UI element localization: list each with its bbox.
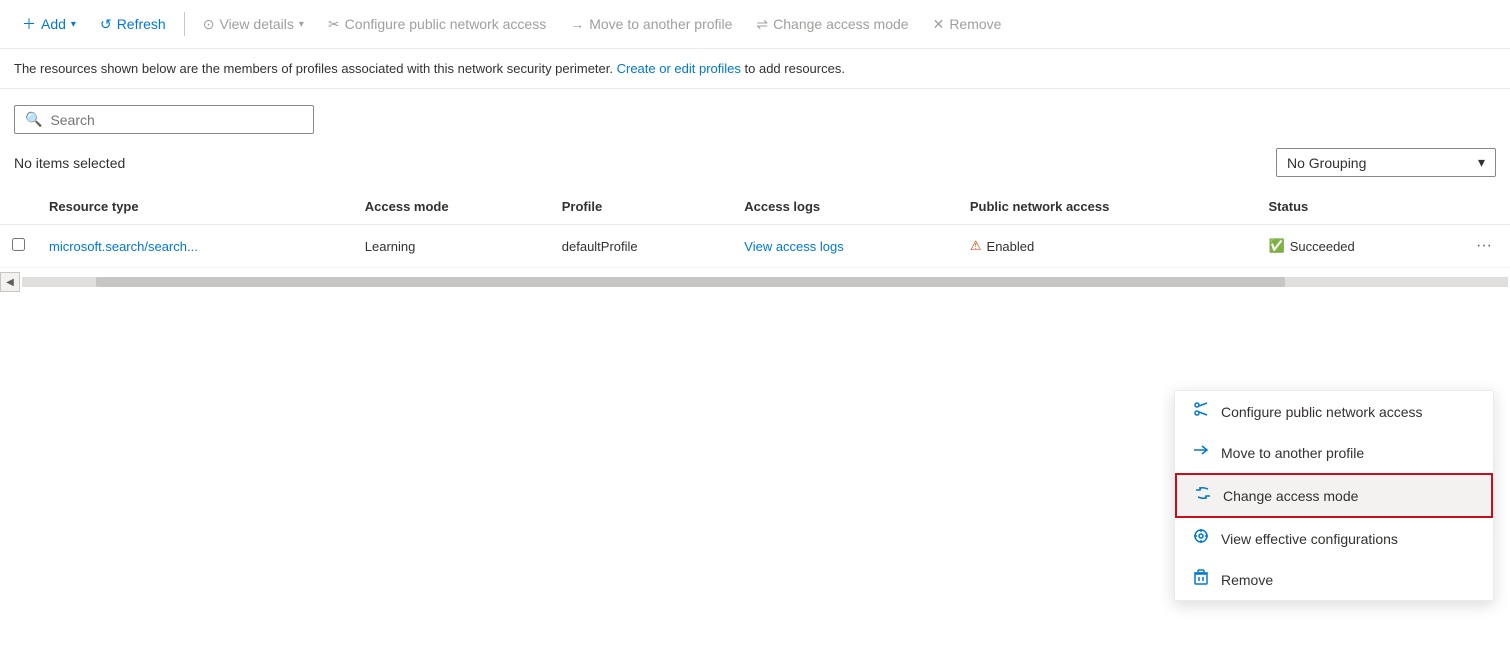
info-bar-link[interactable]: Create or edit profiles xyxy=(617,61,741,76)
context-menu: Configure public network access Move to … xyxy=(1174,390,1494,601)
add-label: Add xyxy=(41,16,66,32)
toolbar: ＋ Add ▾ ↺ Refresh ⊙ View details ▾ ✂ Con… xyxy=(0,0,1510,49)
col-public-network-access: Public network access xyxy=(958,189,1257,225)
change-access-button[interactable]: ⇌ Change access mode xyxy=(746,10,918,39)
row-status: ✅ Succeeded xyxy=(1257,225,1459,268)
table-container: Resource type Access mode Profile Access… xyxy=(0,189,1510,296)
remove-label: Remove xyxy=(949,16,1001,32)
resources-table: Resource type Access mode Profile Access… xyxy=(0,189,1510,268)
configure-public-label: Configure public network access xyxy=(1221,404,1423,420)
change-access-label: Change access mode xyxy=(773,16,908,32)
col-status: Status xyxy=(1257,189,1459,225)
row-profile: defaultProfile xyxy=(550,225,733,268)
table-row: microsoft.search/search... Learning defa… xyxy=(0,225,1510,268)
search-area: 🔍 xyxy=(0,89,1510,142)
no-items-label: No items selected xyxy=(14,155,125,171)
grouping-chevron-icon: ▾ xyxy=(1478,154,1485,171)
row-checkbox xyxy=(0,225,37,268)
view-details-chevron-icon: ▾ xyxy=(299,19,304,30)
move-profile-label: Move to another profile xyxy=(1221,445,1364,461)
row-actions: ··· xyxy=(1458,225,1510,268)
row-checkbox-input[interactable] xyxy=(12,238,25,251)
row-access-logs: View access logs xyxy=(732,225,958,268)
change-access-mode-label: Change access mode xyxy=(1223,488,1358,504)
scroll-left-button[interactable]: ◀ xyxy=(0,272,20,292)
horizontal-scrollbar[interactable]: ◀ xyxy=(0,268,1510,296)
configure-icon: ✂ xyxy=(328,16,340,33)
status-row: No items selected No Grouping ▾ xyxy=(0,142,1510,189)
row-access-mode: Learning xyxy=(353,225,550,268)
change-access-mode-icon xyxy=(1193,485,1213,506)
scroll-track[interactable] xyxy=(22,277,1508,287)
view-details-icon: ⊙ xyxy=(203,16,215,33)
grouping-label: No Grouping xyxy=(1287,155,1366,171)
info-bar-text-after: to add resources. xyxy=(745,61,845,76)
col-checkbox xyxy=(0,189,37,225)
move-profile-icon xyxy=(1191,442,1211,463)
move-button[interactable]: → Move to another profile xyxy=(560,10,742,38)
search-icon: 🔍 xyxy=(25,111,42,128)
grouping-dropdown[interactable]: No Grouping ▾ xyxy=(1276,148,1496,177)
change-access-icon: ⇌ xyxy=(756,16,768,33)
configure-button[interactable]: ✂ Configure public network access xyxy=(318,10,556,39)
col-access-logs: Access logs xyxy=(732,189,958,225)
search-input[interactable] xyxy=(50,112,303,128)
scroll-thumb[interactable] xyxy=(96,277,1285,287)
info-bar-text: The resources shown below are the member… xyxy=(14,61,613,76)
toolbar-divider xyxy=(184,12,185,36)
remove-icon: ✕ xyxy=(933,16,945,33)
move-icon: → xyxy=(570,16,584,32)
info-bar: The resources shown below are the member… xyxy=(0,49,1510,89)
col-profile: Profile xyxy=(550,189,733,225)
add-button[interactable]: ＋ Add ▾ xyxy=(12,8,86,40)
configure-public-icon xyxy=(1191,401,1211,422)
add-chevron-icon: ▾ xyxy=(71,19,76,30)
col-resource-type: Resource type xyxy=(37,189,353,225)
move-label: Move to another profile xyxy=(589,16,732,32)
view-details-label: View details xyxy=(219,16,293,32)
refresh-label: Refresh xyxy=(117,16,166,32)
row-public-network-access: ⚠ Enabled xyxy=(958,225,1257,268)
col-actions xyxy=(1458,189,1510,225)
row-more-button[interactable]: ··· xyxy=(1470,235,1498,257)
profile-value: defaultProfile xyxy=(562,239,638,254)
public-network-value: Enabled xyxy=(987,239,1035,254)
remove-button[interactable]: ✕ Remove xyxy=(923,10,1012,39)
access-mode-value: Learning xyxy=(365,239,416,254)
remove-context-icon xyxy=(1191,569,1211,590)
configure-label: Configure public network access xyxy=(345,16,547,32)
view-effective-icon xyxy=(1191,528,1211,549)
context-menu-view-effective[interactable]: View effective configurations xyxy=(1175,518,1493,559)
row-resource-type: microsoft.search/search... xyxy=(37,225,353,268)
context-menu-remove[interactable]: Remove xyxy=(1175,559,1493,600)
search-box: 🔍 xyxy=(14,105,314,134)
context-menu-change-access[interactable]: Change access mode xyxy=(1175,473,1493,518)
view-effective-label: View effective configurations xyxy=(1221,531,1398,547)
status-value: Succeeded xyxy=(1290,239,1355,254)
context-menu-configure[interactable]: Configure public network access xyxy=(1175,391,1493,432)
context-menu-move[interactable]: Move to another profile xyxy=(1175,432,1493,473)
refresh-icon: ↺ xyxy=(100,16,112,33)
warning-icon: ⚠ xyxy=(970,238,982,254)
add-icon: ＋ xyxy=(22,14,36,34)
remove-context-label: Remove xyxy=(1221,572,1273,588)
status-success-icon: ✅ xyxy=(1269,238,1285,254)
col-access-mode: Access mode xyxy=(353,189,550,225)
access-logs-link[interactable]: View access logs xyxy=(744,239,843,254)
refresh-button[interactable]: ↺ Refresh xyxy=(90,10,176,39)
table-header-row: Resource type Access mode Profile Access… xyxy=(0,189,1510,225)
view-details-button[interactable]: ⊙ View details ▾ xyxy=(193,10,314,39)
resource-type-link[interactable]: microsoft.search/search... xyxy=(49,239,198,254)
